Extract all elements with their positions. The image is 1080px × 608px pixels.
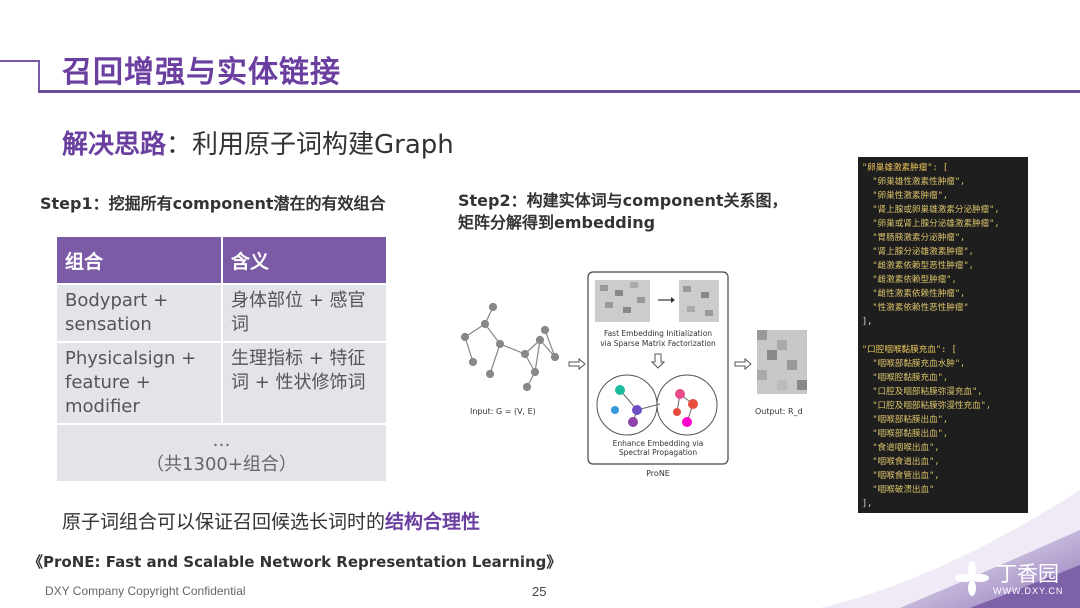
code-line: "性激素依赖性恶性肿瘤"	[872, 303, 969, 313]
table-cell-meaning: 生理指标 + 特征词 + 性状修饰词	[221, 341, 388, 425]
code-group2-key: "口腔咽喉黏膜充血": [	[862, 345, 957, 355]
code-line: "胃肠胰激素分泌肿瘤",	[872, 233, 966, 243]
page-number: 25	[532, 584, 547, 599]
input-graph-icon	[460, 302, 560, 392]
code-line: "口腔及咽部粘膜弥漫充血",	[872, 387, 983, 397]
footer-copyright: DXY Company Copyright Confidential	[45, 584, 246, 598]
title-bracket	[38, 60, 40, 92]
table-row: Bodypart + sensation 身体部位 + 感官词	[55, 283, 388, 343]
code-line: "咽喉部黏膜出血",	[872, 429, 949, 439]
sparse-matrix-left	[595, 280, 650, 322]
logo-name: 丁香园	[996, 562, 1059, 586]
flower-icon	[955, 561, 989, 596]
code-group1-end: ],	[862, 317, 873, 327]
arrow-right-icon	[568, 357, 586, 371]
box-title-line2: via Sparse Matrix Factorization	[600, 339, 716, 348]
table-header-row: 组合 含义	[55, 235, 388, 285]
table-footer-row: … （共1300+组合）	[55, 423, 388, 483]
code-line: "雌激素依赖型恶性肿瘤",	[872, 261, 974, 271]
table-header-combo: 组合	[55, 235, 223, 285]
table-cell-meaning: 身体部位 + 感官词	[221, 283, 388, 343]
enhance-line2: Spectral Propagation	[619, 448, 698, 457]
prone-name: ProNE	[646, 469, 670, 478]
step2-line2: 矩阵分解得到embedding	[458, 213, 656, 232]
conclusion-text: 原子词组合可以保证召回候选长词时的	[62, 511, 386, 533]
subtitle: 解决思路：利用原子词构建Graph	[62, 124, 454, 161]
code-line: "雌激素依赖型肿瘤",	[872, 275, 957, 285]
code-line: "咽喉部黏膜充血水肿",	[872, 359, 966, 369]
code-line: "口腔及咽部粘膜弥漫性充血",	[872, 401, 992, 411]
code-block: "卵巢雄激素肿瘤": [ "卵巢雄性激素性肿瘤", "卵巢性激素肿瘤", "肾上…	[858, 157, 1028, 513]
code-line: "咽喉腔黏膜充血",	[872, 373, 949, 383]
table-row: Physicalsign + feature + modifier 生理指标 +…	[55, 341, 388, 425]
paper-reference: 《ProNE: Fast and Scalable Network Repres…	[28, 553, 562, 571]
subtitle-highlight: 解决思路	[62, 130, 167, 160]
code-line: "咽喉部粘膜出血",	[872, 415, 949, 425]
subtitle-rest: ：利用原子词构建Graph	[166, 130, 454, 160]
step2-line1: Step2：构建实体词与component关系图，	[458, 191, 788, 210]
input-label: Input: G = (V, E)	[470, 407, 536, 416]
code-line: "卵巢雄性激素性肿瘤",	[872, 177, 966, 187]
step2-label: Step2：构建实体词与component关系图， 矩阵分解得到embeddin…	[458, 190, 788, 234]
logo-url: WWW.DXY.CN	[993, 586, 1064, 596]
code-line: "雌性激素依赖性肿瘤",	[872, 289, 966, 299]
enhance-line1: Enhance Embedding via	[613, 439, 704, 448]
code-line: "食道咽喉出血",	[872, 443, 940, 453]
sparse-matrix-right	[679, 280, 719, 322]
code-line: "肾上腺或卵巢雄激素分泌肿瘤",	[872, 205, 1000, 215]
table-cell-combo: Bodypart + sensation	[55, 283, 223, 343]
output-matrix	[757, 330, 807, 394]
code-line: "卵巢或肾上腺分泌雄激素肿瘤",	[872, 219, 1000, 229]
title-bar: 召回增强与实体链接	[0, 40, 1080, 93]
box-title-line1: Fast Embedding Initialization	[604, 329, 712, 338]
table-footer-cell: … （共1300+组合）	[55, 423, 388, 483]
conclusion: 原子词组合可以保证召回候选长词时的结构合理性	[62, 507, 480, 534]
conclusion-highlight: 结构合理性	[385, 511, 481, 533]
title-rule-left	[0, 60, 38, 62]
table-cell-combo: Physicalsign + feature + modifier	[55, 341, 223, 425]
step1-label: Step1：挖掘所有component潜在的有效组合	[40, 194, 386, 213]
prone-diagram: Input: G = (V, E) Fast Embedding Initial…	[460, 271, 807, 478]
output-label: Output: R_d	[755, 407, 803, 416]
table-footer-count: （共1300+组合）	[146, 454, 297, 475]
table-header-meaning: 含义	[221, 235, 388, 285]
code-group1-key: "卵巢雄激素肿瘤": [	[862, 163, 949, 173]
code-line: "咽喉食道出血",	[872, 457, 940, 467]
slide-title: 召回增强与实体链接	[62, 55, 341, 90]
combination-table: 组合 含义 Bodypart + sensation 身体部位 + 感官词 Ph…	[55, 235, 388, 483]
arrow-right-icon	[734, 357, 752, 371]
code-line: "卵巢性激素肿瘤",	[872, 191, 949, 201]
code-line: "肾上腺分泌雄激素肿瘤",	[872, 247, 974, 257]
table-footer-ellipsis: …	[212, 430, 231, 451]
